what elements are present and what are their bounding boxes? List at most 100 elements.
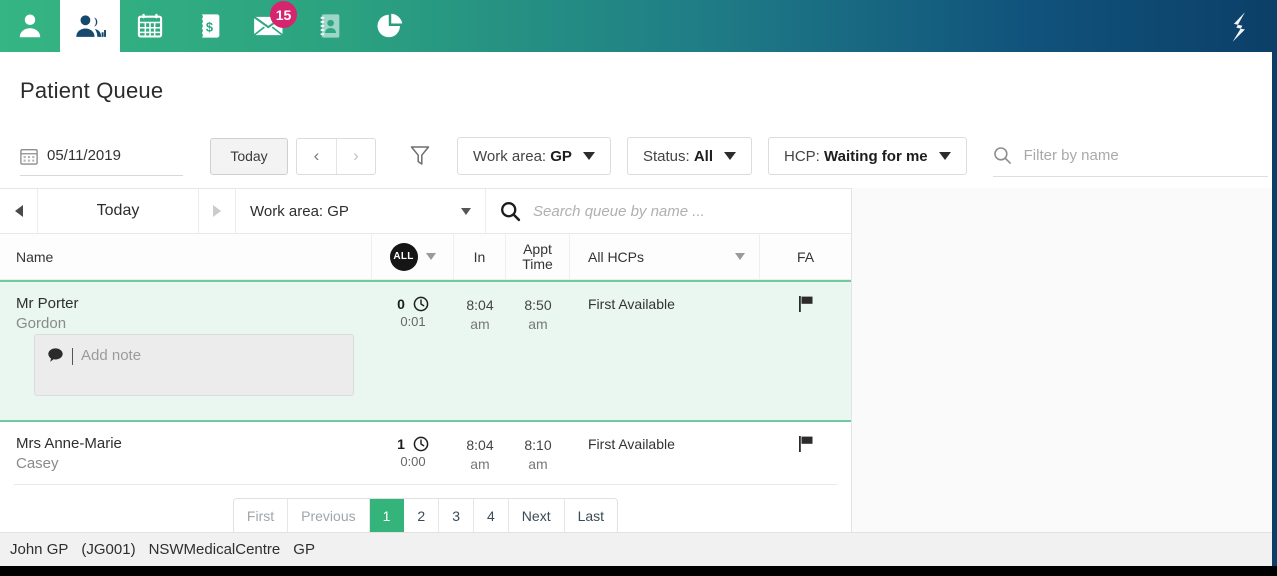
appt-time-cell: 8:50 am — [506, 282, 570, 420]
queue-position-cell: 0 0:01 — [372, 282, 454, 420]
add-note-placeholder: Add note — [81, 347, 142, 364]
today-button[interactable]: Today — [210, 137, 288, 175]
patient-name-cell: Mrs Anne-Marie Casey — [0, 422, 372, 484]
pagination-next[interactable]: Next — [508, 499, 565, 533]
hcp-cell: First Available — [588, 296, 675, 312]
table-row[interactable]: Mr Porter Gordon Add note 0 0:01 8:04 am… — [0, 280, 851, 422]
hcp-filter[interactable]: HCP: Waiting for me — [768, 137, 967, 175]
in-time-ampm: am — [470, 456, 490, 472]
status-filter[interactable]: Status: All — [626, 137, 752, 175]
page-title: Patient Queue — [20, 78, 164, 103]
hcp-prefix: HCP: — [784, 147, 820, 165]
in-time-value: 8:04 — [466, 437, 494, 453]
nav-messages[interactable]: 15 — [240, 0, 300, 52]
top-navigation-bar: $ 15 — [0, 0, 1277, 52]
filter-bar: 05/11/2019 Today ‹ › Work area: GP Statu… — [0, 128, 1277, 184]
patient-icon — [19, 14, 41, 38]
queue-search-input[interactable]: Search queue by name ... — [486, 189, 851, 233]
appt-time-value: 8:10 — [524, 437, 552, 453]
column-header-fa[interactable]: FA — [760, 234, 851, 279]
fa-flag-cell[interactable] — [760, 422, 851, 484]
column-header-in[interactable]: In — [454, 234, 506, 279]
nav-patient-queue[interactable] — [60, 0, 120, 52]
pagination-page-1[interactable]: 1 — [369, 499, 405, 533]
filter-by-name-input[interactable]: Filter by name — [992, 135, 1268, 177]
chevron-down-icon — [735, 253, 745, 260]
footer-clinic: NSWMedicalCentre — [148, 541, 281, 558]
queue-position-cell: 1 0:00 — [372, 422, 454, 484]
nav-patient[interactable] — [0, 0, 60, 52]
nav-contacts[interactable] — [300, 0, 360, 52]
in-time-cell: 8:04 am — [454, 422, 506, 484]
hcp-cell: First Available — [588, 436, 675, 452]
messages-unread-badge: 15 — [270, 1, 297, 28]
filter-funnel-icon[interactable] — [409, 145, 431, 167]
contacts-icon — [320, 14, 340, 38]
queue-panel: Today Work area: GP Search queue by name… — [0, 188, 852, 534]
table-row[interactable]: Mrs Anne-Marie Casey 1 0:00 8:04 am 8:10 — [0, 422, 851, 484]
pagination-page-4[interactable]: 4 — [474, 499, 509, 533]
pagination-container: First Previous 1 2 3 4 Next Last — [0, 485, 851, 534]
app-logo-icon — [1232, 12, 1245, 42]
appt-time-ampm: am — [528, 456, 548, 472]
patient-first-name: Gordon — [16, 315, 67, 332]
search-icon — [993, 147, 1011, 164]
column-header-status-filter[interactable]: ALL — [372, 234, 454, 279]
appt-time-cell: 8:10 am — [506, 422, 570, 484]
patient-first-name: Casey — [16, 455, 59, 472]
filter-funnel-icon — [410, 146, 430, 165]
queue-next-button[interactable] — [198, 189, 236, 233]
queue-previous-button[interactable] — [0, 189, 38, 233]
pagination-last[interactable]: Last — [564, 499, 618, 533]
empty-right-area — [852, 188, 1277, 576]
text-cursor — [72, 348, 73, 365]
filter-by-name-placeholder: Filter by name — [1023, 147, 1119, 164]
footer-user-name: John GP — [10, 541, 69, 558]
clock-icon — [413, 296, 429, 312]
chevron-down-icon — [938, 152, 951, 160]
flag-icon — [798, 296, 812, 312]
add-note-input[interactable]: Add note — [34, 334, 354, 396]
pagination-page-2[interactable]: 2 — [404, 499, 440, 533]
fa-flag-cell[interactable] — [760, 282, 851, 420]
previous-day-button[interactable]: ‹ — [297, 139, 336, 174]
queue-position-number: 1 — [397, 436, 405, 452]
in-time-value: 8:04 — [466, 297, 494, 313]
work-area-filter[interactable]: Work area: GP — [457, 137, 611, 175]
all-status-chip: ALL — [389, 242, 418, 271]
date-picker-field[interactable]: 05/11/2019 — [20, 136, 183, 176]
pagination-page-3[interactable]: 3 — [439, 499, 474, 533]
queue-today-label[interactable]: Today — [38, 189, 198, 233]
brand-logo — [1223, 10, 1257, 44]
in-time-cell: 8:04 am — [454, 282, 506, 420]
pagination: First Previous 1 2 3 4 Next Last — [232, 498, 619, 534]
footer-role: GP — [293, 541, 315, 558]
nav-reports[interactable] — [360, 0, 420, 52]
calendar-icon — [20, 148, 38, 165]
nav-billing[interactable]: $ — [180, 0, 240, 52]
comment-bubble-icon — [48, 348, 63, 362]
patient-title-name: Mrs Anne-Marie — [16, 435, 122, 452]
triangle-left-icon — [14, 205, 23, 217]
appt-header-line2: Time — [522, 255, 553, 272]
column-header-appt-time[interactable]: Appt Time — [506, 234, 570, 279]
appt-header-line1: Appt — [523, 240, 552, 257]
footer-user-code: (JG001) — [81, 541, 136, 558]
queue-work-area-select[interactable]: Work area: GP — [236, 189, 486, 233]
next-day-button[interactable]: › — [336, 138, 375, 174]
status-bar: John GP (JG001) NSWMedicalCentre GP — [0, 532, 1277, 566]
chevron-down-icon — [461, 207, 471, 215]
pagination-previous[interactable]: Previous — [288, 499, 370, 533]
column-header-name[interactable]: Name — [0, 234, 372, 279]
chevron-down-icon — [724, 152, 736, 160]
status-prefix: Status: — [642, 147, 690, 165]
window-right-edge — [1272, 0, 1277, 566]
flag-icon — [798, 436, 812, 452]
nav-appointments[interactable] — [120, 0, 180, 52]
date-value: 05/11/2019 — [47, 147, 121, 164]
column-header-hcp-select[interactable]: All HCPs — [570, 234, 760, 279]
calendar-icon — [137, 13, 163, 38]
clock-icon — [413, 436, 429, 452]
pagination-first[interactable]: First — [233, 499, 289, 533]
queue-search-placeholder: Search queue by name ... — [533, 202, 705, 220]
